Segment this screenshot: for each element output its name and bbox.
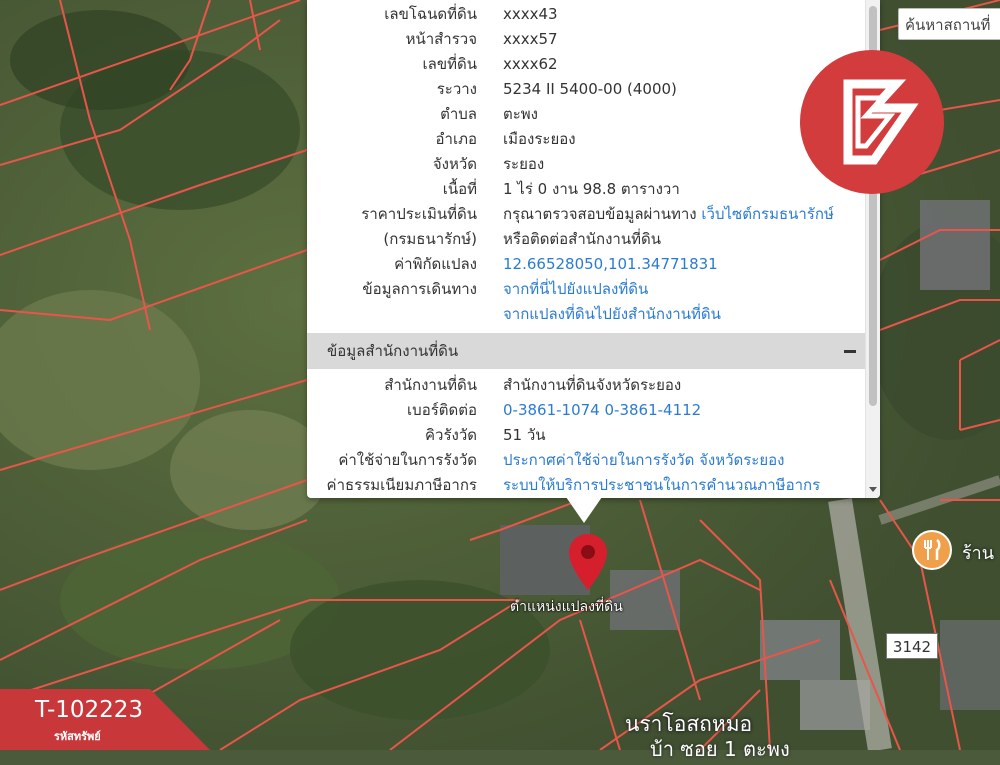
search-input[interactable]: ค้นหาสถานที่	[898, 8, 1000, 40]
travel-label: ข้อมูลการเดินทาง	[362, 280, 477, 298]
detail-label: จังหวัด	[432, 155, 477, 173]
price-text: กรุณาตรวจสอบข้อมูลผ่านทาง	[503, 205, 697, 223]
road-number-badge: 3142	[886, 633, 938, 659]
place-label-2: บ้า ซอย 1 ตะพง	[650, 737, 790, 761]
detail-row: ตำบล ตะพง	[307, 102, 866, 127]
detail-row: เนื้อที่ 1 ไร่ 0 งาน 98.8 ตารางวา	[307, 177, 866, 202]
poi-label: ร้าน	[962, 543, 995, 564]
detail-value: 1 ไร่ 0 งาน 98.8 ตารางวา	[503, 180, 680, 198]
detail-row: ค่าใช้จ่ายในการรังวัด ประกาศค่าใช้จ่ายในก…	[307, 448, 866, 473]
price-row: ราคาประเมินที่ดิน กรุณาตรวจสอบข้อมูลผ่าน…	[307, 202, 866, 227]
detail-label: สำนักงานที่ดิน	[384, 376, 477, 394]
detail-label: ค่าธรรมเนียมภาษีอากร	[326, 476, 477, 494]
coord-label: ค่าพิกัดแปลง	[394, 255, 477, 273]
detail-value: xxxx43	[503, 5, 558, 23]
detail-row: เลขที่ดิน xxxx62	[307, 52, 866, 77]
detail-label: ค่าใช้จ่ายในการรังวัด	[338, 451, 477, 469]
marker-label: ตำแหน่งแปลงที่ดิน	[510, 599, 623, 615]
parcel-info-popup: เลขโฉนดที่ดิน xxxx43 หน้าสำรวจ xxxx57 เลขที่…	[307, 0, 880, 498]
detail-row: เบอร์ติดต่อ 0-3861-1074 0-3861-4112	[307, 398, 866, 423]
detail-link[interactable]: ประกาศค่าใช้จ่ายในการรังวัด จังหวัดระยอง	[477, 448, 784, 473]
detail-link[interactable]: ระบบให้บริการประชาชนในการคำนวณภาษีอากร	[477, 473, 820, 498]
detail-value: เมืองระยอง	[503, 130, 576, 148]
travel-link-to-office[interactable]: จากแปลงที่ดินไปยังสำนักงานที่ดิน	[477, 302, 721, 327]
detail-value: 5234 II 5400-00 (4000)	[503, 80, 677, 98]
detail-label: ระวาง	[436, 80, 477, 98]
office-detail-list: สำนักงานที่ดิน สำนักงานที่ดินจังหวัดระยอง…	[307, 369, 866, 498]
price-label: ราคาประเมินที่ดิน	[361, 205, 477, 223]
collapse-icon[interactable]	[844, 350, 856, 353]
coord-row: ค่าพิกัดแปลง 12.66528050,101.34771831	[307, 252, 866, 277]
popup-content: เลขโฉนดที่ดิน xxxx43 หน้าสำรวจ xxxx57 เลขที่…	[307, 0, 866, 498]
detail-row: เลขโฉนดที่ดิน xxxx43	[307, 2, 866, 27]
detail-value: 51 วัน	[503, 426, 546, 444]
detail-row: คิวรังวัด 51 วัน	[307, 423, 866, 448]
detail-label: คิวรังวัด	[424, 426, 477, 444]
coord-link[interactable]: 12.66528050,101.34771831	[477, 252, 718, 277]
price-text-2: หรือติดต่อสำนักงานที่ดิน	[503, 230, 661, 248]
brand-logo-icon	[800, 50, 944, 194]
detail-value: สำนักงานที่ดินจังหวัดระยอง	[503, 376, 682, 394]
detail-label: เนื้อที่	[442, 180, 477, 198]
property-code: T-102223	[35, 697, 144, 723]
popup-pointer	[566, 497, 602, 523]
detail-value: ระยอง	[503, 155, 545, 173]
detail-value: ตะพง	[503, 105, 539, 123]
treasury-website-link[interactable]: เว็บไซต์กรมธนารักษ์	[701, 205, 833, 223]
detail-value: xxxx57	[503, 30, 558, 48]
detail-value: xxxx62	[503, 55, 558, 73]
detail-row: อำเภอ เมืองระยอง	[307, 127, 866, 152]
detail-label: เบอร์ติดต่อ	[407, 401, 477, 419]
travel-row-2: จากแปลงที่ดินไปยังสำนักงานที่ดิน	[307, 302, 866, 327]
detail-row: ระวาง 5234 II 5400-00 (4000)	[307, 77, 866, 102]
detail-label: ตำบล	[440, 105, 477, 123]
price-row-2: (กรมธนารักษ์) หรือติดต่อสำนักงานที่ดิน	[307, 227, 866, 252]
detail-row: สำนักงานที่ดิน สำนักงานที่ดินจังหวัดระยอง	[307, 373, 866, 398]
scroll-down-icon[interactable]	[869, 487, 877, 492]
parcel-detail-list: เลขโฉนดที่ดิน xxxx43 หน้าสำรวจ xxxx57 เลขที่…	[307, 0, 866, 202]
detail-row: จังหวัด ระยอง	[307, 152, 866, 177]
map-pin-icon[interactable]	[566, 532, 610, 592]
restaurant-icon[interactable]	[912, 530, 952, 570]
price-label-2: (กรมธนารักษ์)	[383, 230, 477, 248]
section-title: ข้อมูลสำนักงานที่ดิน	[327, 342, 459, 360]
detail-label: หน้าสำรวจ	[405, 30, 477, 48]
detail-link[interactable]: 0-3861-1074 0-3861-4112	[477, 398, 701, 423]
travel-row: ข้อมูลการเดินทาง จากที่นี่ไปยังแปลงที่ดิ…	[307, 277, 866, 302]
detail-row: ค่าธรรมเนียมภาษีอากร ระบบให้บริการประชาชน…	[307, 473, 866, 498]
travel-link-to-parcel[interactable]: จากที่นี่ไปยังแปลงที่ดิน	[477, 277, 648, 302]
detail-row: หน้าสำรวจ xxxx57	[307, 27, 866, 52]
property-code-caption: รหัสทรัพย์	[54, 730, 101, 743]
detail-label: อำเภอ	[435, 130, 477, 148]
land-office-section-header[interactable]: ข้อมูลสำนักงานที่ดิน	[307, 333, 866, 369]
detail-label: เลขที่ดิน	[422, 55, 477, 73]
detail-label: เลขโฉนดที่ดิน	[384, 5, 477, 23]
